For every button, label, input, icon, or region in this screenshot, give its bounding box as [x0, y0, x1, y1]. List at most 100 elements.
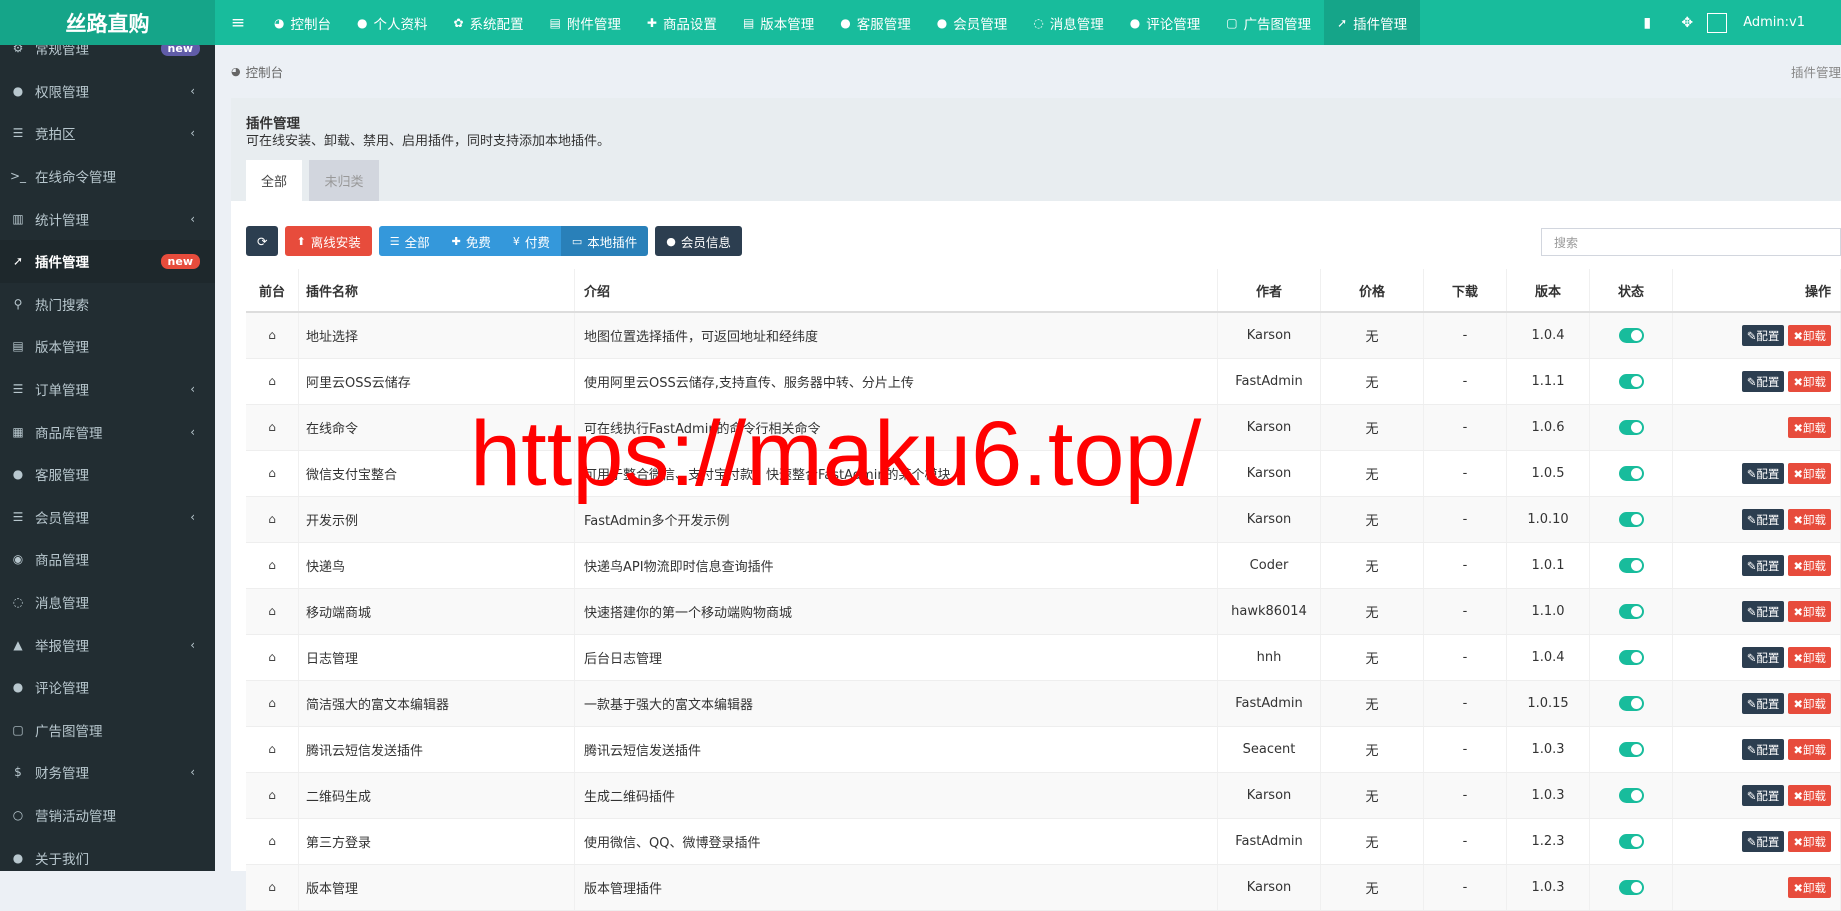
- sidebar-item-19[interactable]: ● 关于我们: [0, 836, 215, 871]
- cell-author[interactable]: hawk86014: [1217, 588, 1321, 635]
- sidebar-item-2[interactable]: ☰ 竞拍区 ‹: [0, 112, 215, 155]
- sidebar-item-18[interactable]: ○ 营销活动管理: [0, 794, 215, 837]
- member-info-button[interactable]: ● 会员信息: [655, 226, 742, 256]
- config-button[interactable]: ✎ 配置: [1741, 601, 1785, 622]
- breadcrumb-label[interactable]: 控制台: [246, 62, 284, 81]
- sidebar-item-10[interactable]: ● 客服管理: [0, 453, 215, 496]
- sidebar-item-16[interactable]: ▢ 广告图管理: [0, 709, 215, 752]
- cell-author[interactable]: Karson: [1217, 450, 1321, 497]
- sidebar-item-17[interactable]: $ 财务管理 ‹: [0, 751, 215, 794]
- filter-paid-button[interactable]: ¥ 付费: [501, 226, 561, 256]
- home-icon[interactable]: ⌂: [268, 374, 276, 388]
- config-button[interactable]: ✎ 配置: [1741, 325, 1785, 346]
- cell-author[interactable]: Karson: [1217, 312, 1321, 359]
- topnav-item-8[interactable]: ◌ 消息管理: [1020, 0, 1116, 45]
- home-icon[interactable]: ⌂: [268, 696, 276, 710]
- sidebar-item-1[interactable]: ● 权限管理 ‹: [0, 70, 215, 113]
- config-button[interactable]: ✎ 配置: [1741, 831, 1785, 852]
- status-toggle[interactable]: [1618, 650, 1644, 665]
- cell-author[interactable]: Karson: [1217, 496, 1321, 543]
- home-icon[interactable]: ⌂: [268, 788, 276, 802]
- topnav-item-6[interactable]: ● 客服管理: [827, 0, 923, 45]
- cell-author[interactable]: hnh: [1217, 634, 1321, 681]
- status-toggle[interactable]: [1618, 512, 1644, 527]
- config-button[interactable]: ✎ 配置: [1741, 509, 1785, 530]
- uninstall-button[interactable]: ✖ 卸载: [1788, 739, 1831, 760]
- tab-uncategorized[interactable]: 未归类: [309, 160, 379, 201]
- col-price[interactable]: 价格: [1320, 269, 1424, 313]
- status-toggle[interactable]: [1618, 742, 1644, 757]
- sidebar-item-0[interactable]: ⚙ 常规管理 new: [0, 45, 215, 70]
- topnav-item-7[interactable]: ● 会员管理: [924, 0, 1020, 45]
- uninstall-button[interactable]: ✖ 卸载: [1788, 877, 1831, 898]
- topnav-item-3[interactable]: ▤ 附件管理: [537, 0, 634, 45]
- config-button[interactable]: ✎ 配置: [1741, 647, 1785, 668]
- topnav-item-5[interactable]: ▤ 版本管理: [730, 0, 827, 45]
- home-icon[interactable]: ⌂: [268, 742, 276, 756]
- uninstall-button[interactable]: ✖ 卸载: [1788, 601, 1831, 622]
- menu-toggle-icon[interactable]: ≡: [215, 0, 261, 45]
- status-toggle[interactable]: [1618, 788, 1644, 803]
- config-button[interactable]: ✎ 配置: [1741, 693, 1785, 714]
- col-intro[interactable]: 介绍: [574, 269, 1218, 313]
- sidebar-item-11[interactable]: ☰ 会员管理 ‹: [0, 496, 215, 539]
- filter-local-button[interactable]: ▭ 本地插件: [560, 226, 649, 256]
- topnav-item-9[interactable]: ● 评论管理: [1117, 0, 1213, 45]
- status-toggle[interactable]: [1618, 880, 1644, 895]
- clear-cache-icon[interactable]: ▮: [1627, 15, 1667, 31]
- config-button[interactable]: ✎ 配置: [1741, 739, 1785, 760]
- sidebar-item-13[interactable]: ◌ 消息管理: [0, 581, 215, 624]
- home-icon[interactable]: ⌂: [268, 650, 276, 664]
- home-icon[interactable]: ⌂: [268, 880, 276, 894]
- home-icon[interactable]: ⌂: [268, 604, 276, 618]
- home-icon[interactable]: ⌂: [268, 512, 276, 526]
- col-name[interactable]: 插件名称: [298, 269, 575, 313]
- status-toggle[interactable]: [1618, 696, 1644, 711]
- uninstall-button[interactable]: ✖ 卸载: [1788, 463, 1831, 484]
- uninstall-button[interactable]: ✖ 卸载: [1788, 371, 1831, 392]
- uninstall-button[interactable]: ✖ 卸载: [1788, 785, 1831, 806]
- sidebar-item-4[interactable]: ▥ 统计管理 ‹: [0, 197, 215, 240]
- topnav-item-0[interactable]: ◕ 控制台: [261, 0, 344, 45]
- topnav-item-10[interactable]: ▢ 广告图管理: [1213, 0, 1324, 45]
- cell-author[interactable]: Seacent: [1217, 726, 1321, 773]
- cell-author[interactable]: FastAdmin: [1217, 358, 1321, 405]
- home-icon[interactable]: ⌂: [268, 328, 276, 342]
- offline-install-button[interactable]: ⬆ 离线安装: [285, 226, 372, 256]
- status-toggle[interactable]: [1618, 604, 1644, 619]
- sidebar-item-3[interactable]: >_ 在线命令管理: [0, 155, 215, 198]
- sidebar-item-5[interactable]: ➚ 插件管理 new: [0, 239, 215, 283]
- config-button[interactable]: ✎ 配置: [1741, 555, 1785, 576]
- status-toggle[interactable]: [1618, 558, 1644, 573]
- config-button[interactable]: ✎ 配置: [1741, 371, 1785, 392]
- col-author[interactable]: 作者: [1217, 269, 1321, 313]
- fullscreen-icon[interactable]: ✥: [1667, 15, 1707, 31]
- uninstall-button[interactable]: ✖ 卸载: [1788, 693, 1831, 714]
- cell-author[interactable]: Karson: [1217, 772, 1321, 819]
- cell-author[interactable]: FastAdmin: [1217, 680, 1321, 727]
- admin-menu[interactable]: Admin:v1: [1707, 12, 1841, 33]
- topnav-item-11[interactable]: ➚ 插件管理: [1324, 0, 1421, 45]
- status-toggle[interactable]: [1618, 328, 1644, 343]
- uninstall-button[interactable]: ✖ 卸载: [1788, 831, 1831, 852]
- topnav-item-2[interactable]: ✿ 系统配置: [440, 0, 536, 45]
- uninstall-button[interactable]: ✖ 卸载: [1788, 325, 1831, 346]
- topnav-item-1[interactable]: ● 个人资料: [344, 0, 440, 45]
- tab-all[interactable]: 全部: [246, 160, 302, 201]
- col-front[interactable]: 前台: [246, 269, 299, 313]
- topnav-item-4[interactable]: ✚ 商品设置: [634, 0, 730, 45]
- uninstall-button[interactable]: ✖ 卸载: [1788, 647, 1831, 668]
- col-download[interactable]: 下载: [1423, 269, 1507, 313]
- config-button[interactable]: ✎ 配置: [1741, 785, 1785, 806]
- sidebar-item-6[interactable]: ⚲ 热门搜索: [0, 283, 215, 326]
- app-logo[interactable]: 丝路直购: [0, 0, 215, 45]
- config-button[interactable]: ✎ 配置: [1741, 463, 1785, 484]
- status-toggle[interactable]: [1618, 374, 1644, 389]
- cell-author[interactable]: FastAdmin: [1217, 818, 1321, 865]
- cell-author[interactable]: Coder: [1217, 542, 1321, 589]
- col-status[interactable]: 状态: [1589, 269, 1673, 313]
- uninstall-button[interactable]: ✖ 卸载: [1788, 509, 1831, 530]
- filter-all-button[interactable]: ☰ 全部: [378, 226, 441, 256]
- sidebar-item-15[interactable]: ● 评论管理: [0, 666, 215, 709]
- uninstall-button[interactable]: ✖ 卸载: [1788, 555, 1831, 576]
